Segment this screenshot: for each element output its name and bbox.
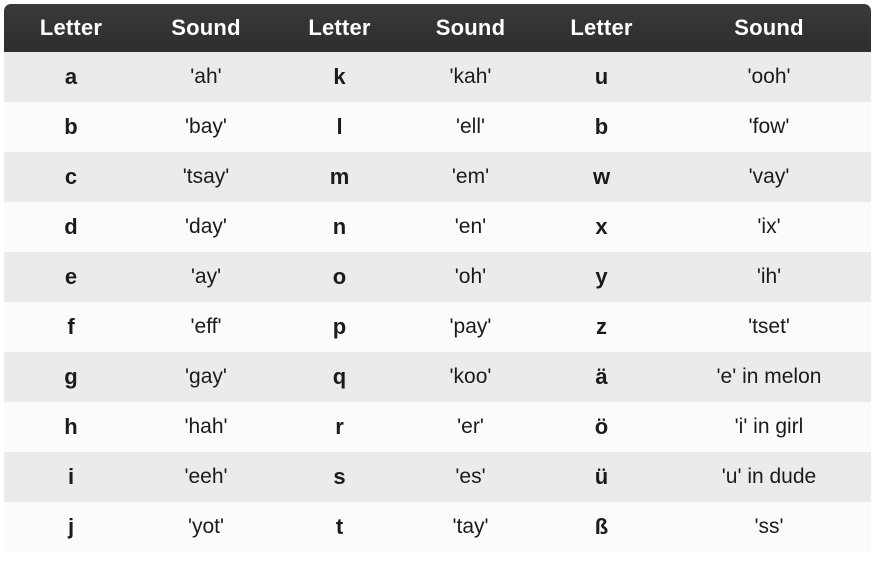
sound-cell: 'eeh' — [138, 452, 274, 502]
alphabet-pronunciation-table-container: Letter Sound Letter Sound Letter Sound a… — [0, 0, 877, 580]
column-header-letter-2: Letter — [274, 4, 405, 52]
table-row: g 'gay' q 'koo' ä 'e' in melon — [4, 352, 871, 402]
letter-cell: ß — [536, 502, 667, 552]
sound-cell: 'i' in girl — [667, 402, 871, 452]
column-header-letter-3: Letter — [536, 4, 667, 52]
letter-cell: p — [274, 302, 405, 352]
sound-cell: 'ah' — [138, 52, 274, 102]
sound-cell: 'en' — [405, 202, 536, 252]
table-row: j 'yot' t 'tay' ß 'ss' — [4, 502, 871, 552]
letter-cell: f — [4, 302, 138, 352]
letter-cell: e — [4, 252, 138, 302]
sound-cell: 'pay' — [405, 302, 536, 352]
letter-cell: g — [4, 352, 138, 402]
sound-cell: 'er' — [405, 402, 536, 452]
letter-cell: j — [4, 502, 138, 552]
sound-cell: 'em' — [405, 152, 536, 202]
sound-cell: 'ooh' — [667, 52, 871, 102]
column-header-sound-3: Sound — [667, 4, 871, 52]
letter-cell: b — [4, 102, 138, 152]
sound-cell: 'tay' — [405, 502, 536, 552]
letter-cell: ö — [536, 402, 667, 452]
sound-cell: 'ix' — [667, 202, 871, 252]
letter-cell: s — [274, 452, 405, 502]
sound-cell: 'u' in dude — [667, 452, 871, 502]
sound-cell: 'hah' — [138, 402, 274, 452]
sound-cell: 'eff' — [138, 302, 274, 352]
table-row: i 'eeh' s 'es' ü 'u' in dude — [4, 452, 871, 502]
letter-cell: ü — [536, 452, 667, 502]
table-body: a 'ah' k 'kah' u 'ooh' b 'bay' l 'ell' b… — [4, 52, 871, 552]
table-row: d 'day' n 'en' x 'ix' — [4, 202, 871, 252]
letter-cell: o — [274, 252, 405, 302]
letter-cell: b — [536, 102, 667, 152]
sound-cell: 'ss' — [667, 502, 871, 552]
table-row: f 'eff' p 'pay' z 'tset' — [4, 302, 871, 352]
table-header: Letter Sound Letter Sound Letter Sound — [4, 4, 871, 52]
letter-cell: c — [4, 152, 138, 202]
sound-cell: 'fow' — [667, 102, 871, 152]
sound-cell: 'gay' — [138, 352, 274, 402]
sound-cell: 'vay' — [667, 152, 871, 202]
letter-cell: y — [536, 252, 667, 302]
sound-cell: 'yot' — [138, 502, 274, 552]
sound-cell: 'kah' — [405, 52, 536, 102]
letter-cell: x — [536, 202, 667, 252]
letter-cell: u — [536, 52, 667, 102]
sound-cell: 'ay' — [138, 252, 274, 302]
sound-cell: 'es' — [405, 452, 536, 502]
sound-cell: 'ih' — [667, 252, 871, 302]
letter-cell: w — [536, 152, 667, 202]
sound-cell: 'koo' — [405, 352, 536, 402]
table-row: e 'ay' o 'oh' y 'ih' — [4, 252, 871, 302]
letter-cell: l — [274, 102, 405, 152]
sound-cell: 'tset' — [667, 302, 871, 352]
table-row: h 'hah' r 'er' ö 'i' in girl — [4, 402, 871, 452]
column-header-sound-2: Sound — [405, 4, 536, 52]
letter-cell: n — [274, 202, 405, 252]
column-header-letter-1: Letter — [4, 4, 138, 52]
sound-cell: 'day' — [138, 202, 274, 252]
letter-cell: a — [4, 52, 138, 102]
letter-cell: d — [4, 202, 138, 252]
column-header-sound-1: Sound — [138, 4, 274, 52]
table-row: b 'bay' l 'ell' b 'fow' — [4, 102, 871, 152]
table-header-row: Letter Sound Letter Sound Letter Sound — [4, 4, 871, 52]
sound-cell: 'ell' — [405, 102, 536, 152]
sound-cell: 'bay' — [138, 102, 274, 152]
letter-cell: q — [274, 352, 405, 402]
sound-cell: 'e' in melon — [667, 352, 871, 402]
sound-cell: 'tsay' — [138, 152, 274, 202]
letter-cell: t — [274, 502, 405, 552]
letter-cell: i — [4, 452, 138, 502]
letter-cell: m — [274, 152, 405, 202]
table-row: a 'ah' k 'kah' u 'ooh' — [4, 52, 871, 102]
table-row: c 'tsay' m 'em' w 'vay' — [4, 152, 871, 202]
letter-cell: h — [4, 402, 138, 452]
alphabet-pronunciation-table: Letter Sound Letter Sound Letter Sound a… — [4, 4, 871, 552]
letter-cell: r — [274, 402, 405, 452]
letter-cell: ä — [536, 352, 667, 402]
letter-cell: k — [274, 52, 405, 102]
sound-cell: 'oh' — [405, 252, 536, 302]
letter-cell: z — [536, 302, 667, 352]
